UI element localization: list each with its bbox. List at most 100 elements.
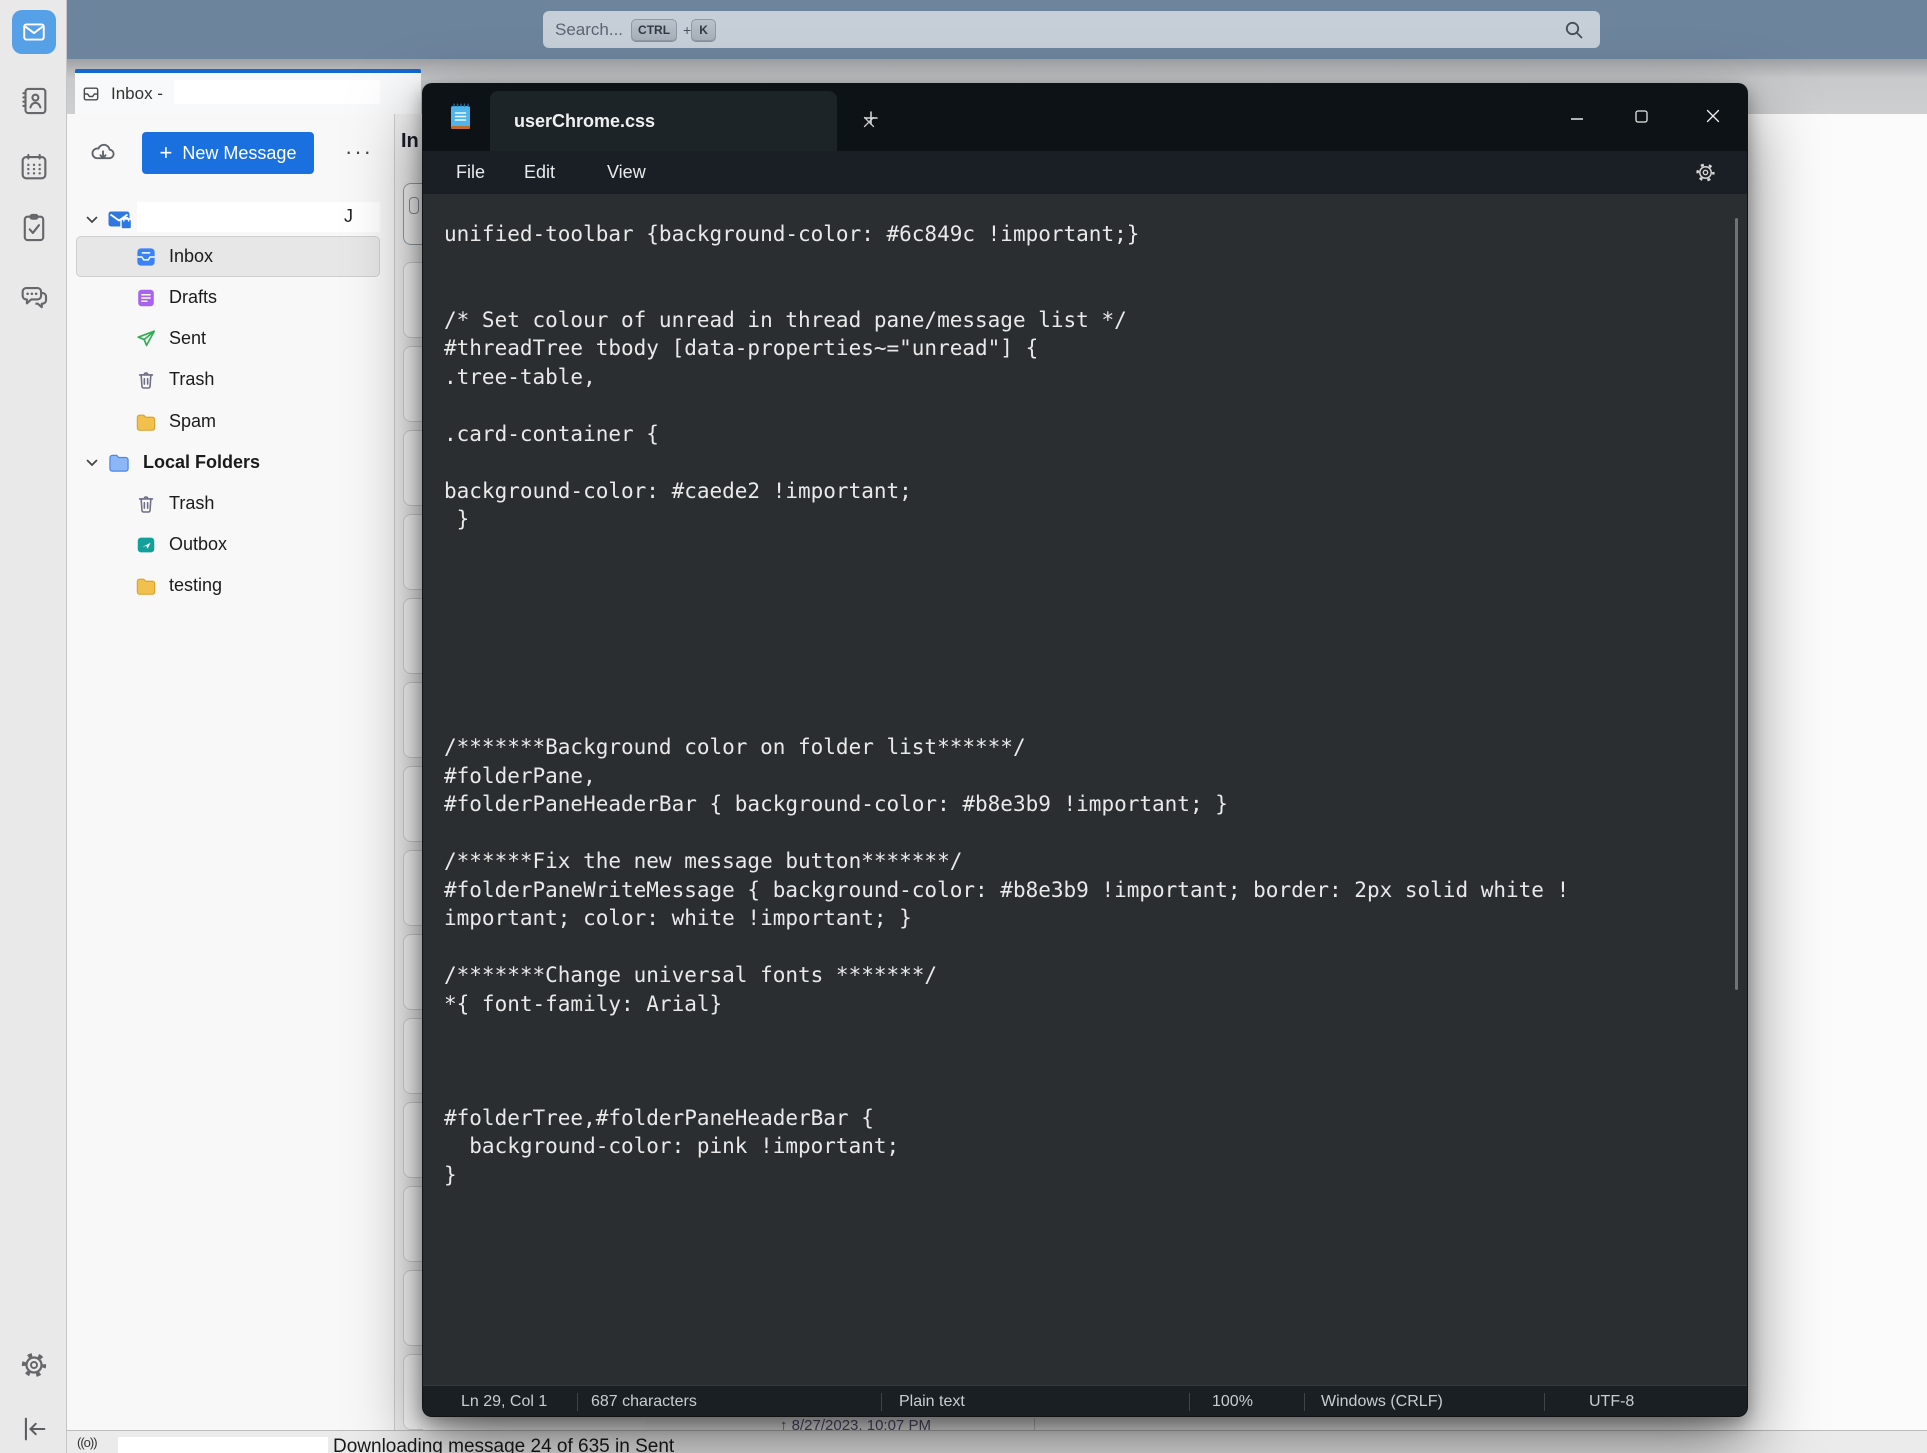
trash-icon [135, 493, 157, 515]
folder-row-drafts[interactable]: Drafts [67, 277, 394, 318]
code-line: important; color: white !important; } [444, 906, 912, 930]
network-activity-icon: ((o)) [77, 1435, 98, 1450]
quick-filter-icon [409, 197, 419, 214]
notepad-text-area[interactable]: unified-toolbar {background-color: #6c84… [423, 194, 1747, 1187]
menu-view[interactable]: View [607, 162, 646, 183]
code-content: unified-toolbar {background-color: #6c84… [444, 220, 1569, 1189]
mail-icon [21, 19, 47, 45]
status-divider [881, 1393, 882, 1411]
trash-icon [135, 369, 157, 391]
folder-row-testing[interactable]: testing [67, 565, 394, 606]
account-name-suffix: J [344, 206, 353, 226]
code-line: .card-container { [444, 421, 659, 446]
menu-file[interactable]: File [456, 162, 485, 183]
folder-row-spam[interactable]: Spam [67, 401, 394, 442]
new-message-label: New Message [182, 142, 297, 163]
collapse-spaces-button[interactable] [17, 1412, 51, 1446]
maximize-button[interactable] [1634, 109, 1649, 124]
account-mail-lock-icon [107, 208, 133, 232]
address-book-space-button[interactable] [17, 84, 51, 118]
menu-edit[interactable]: Edit [524, 162, 555, 183]
code-line: *{ font-family: Arial} [444, 991, 723, 1016]
cursor-position: Ln 29, Col 1 [461, 1393, 548, 1410]
code-line: } [444, 507, 470, 531]
shortcut-plus: + [683, 21, 692, 38]
character-count: 687 characters [591, 1393, 697, 1410]
spaces-settings-button[interactable] [17, 1348, 51, 1382]
folder-icon [135, 576, 157, 596]
folder-pane-options-button[interactable]: ··· [345, 139, 373, 165]
local-folders-icon [107, 452, 131, 473]
notepad-tab[interactable]: userChrome.css [490, 91, 875, 151]
gear-icon [19, 1350, 49, 1380]
folder-label: Trash [169, 369, 215, 389]
get-messages-button[interactable] [89, 139, 117, 167]
chevron-down-icon[interactable] [85, 457, 99, 469]
code-line: /******Fix the new message button*******… [444, 849, 963, 873]
code-line: #folderPaneWriteMessage { background-col… [444, 877, 1570, 902]
cloud-download-icon [89, 139, 117, 167]
folder-label: testing [169, 575, 223, 595]
calendar-space-button[interactable] [17, 150, 51, 184]
mail-space-button[interactable] [12, 10, 56, 54]
folder-label: Inbox [169, 246, 214, 266]
code-line: unified-toolbar {background-color: #6c84… [444, 222, 1140, 246]
folder-label: Trash [169, 493, 215, 513]
chevron-down-icon[interactable] [85, 214, 99, 226]
download-status-text: Downloading message 24 of 635 in Sent [333, 1436, 675, 1453]
folder-label: Local Folders [143, 452, 261, 472]
code-line: /*******Background color on folder list*… [444, 735, 1026, 759]
folder-label: Spam [169, 411, 217, 431]
chat-space-button[interactable] [17, 281, 51, 315]
status-divider [1189, 1393, 1190, 1411]
status-divider [1304, 1393, 1305, 1411]
new-message-button[interactable]: + New Message [142, 132, 314, 174]
thread-pane-header: In [401, 130, 419, 152]
shortcut-k-chip: K [691, 18, 716, 41]
collapse-sidebar-icon [19, 1416, 49, 1442]
tasks-space-button[interactable] [17, 211, 51, 245]
folder-row-trash[interactable]: Trash [67, 359, 394, 400]
new-tab-button[interactable] [863, 110, 879, 126]
close-window-button[interactable] [1705, 108, 1721, 124]
code-line: } [444, 1162, 457, 1187]
minimize-button[interactable] [1569, 114, 1585, 124]
folder-row-local-folders[interactable]: Local Folders [67, 442, 394, 483]
tab-inbox[interactable]: Inbox - [75, 69, 421, 114]
folder-row-sent[interactable]: Sent [67, 318, 394, 359]
account-row[interactable]: J [67, 199, 394, 240]
folder-row-inbox[interactable]: Inbox [67, 236, 394, 277]
code-line: /*******Change universal fonts *******/ [444, 963, 938, 987]
encoding: UTF-8 [1589, 1393, 1635, 1410]
redacted-status-text [118, 1437, 328, 1453]
file-format: Plain text [899, 1393, 965, 1410]
notepad-title-bar[interactable]: userChrome.css [423, 84, 1747, 151]
outbox-icon [135, 534, 157, 556]
spaces-toolbar [0, 0, 67, 1453]
global-search-input[interactable]: Search... CTRL + K [543, 11, 1600, 48]
shortcut-ctrl-chip: CTRL [631, 18, 678, 41]
code-line: #folderTree,#folderPaneHeaderBar { [444, 1105, 874, 1130]
column-divider [1034, 1418, 1035, 1430]
notepad-window: userChrome.css File Edit View unified-to… [422, 83, 1748, 1417]
folder-icon [135, 412, 157, 432]
chat-icon [17, 281, 51, 315]
unified-toolbar: Search... CTRL + K [67, 0, 1927, 59]
redacted-tab-title [174, 80, 380, 104]
notepad-settings-button[interactable] [1694, 161, 1717, 184]
code-line: #folderPane, [444, 763, 596, 788]
address-book-icon [17, 84, 51, 118]
folder-row-outbox[interactable]: Outbox [67, 524, 394, 565]
zoom-level[interactable]: 100% [1212, 1393, 1253, 1411]
folder-row-trash-local[interactable]: Trash [67, 483, 394, 524]
vertical-scrollbar[interactable] [1735, 218, 1738, 990]
